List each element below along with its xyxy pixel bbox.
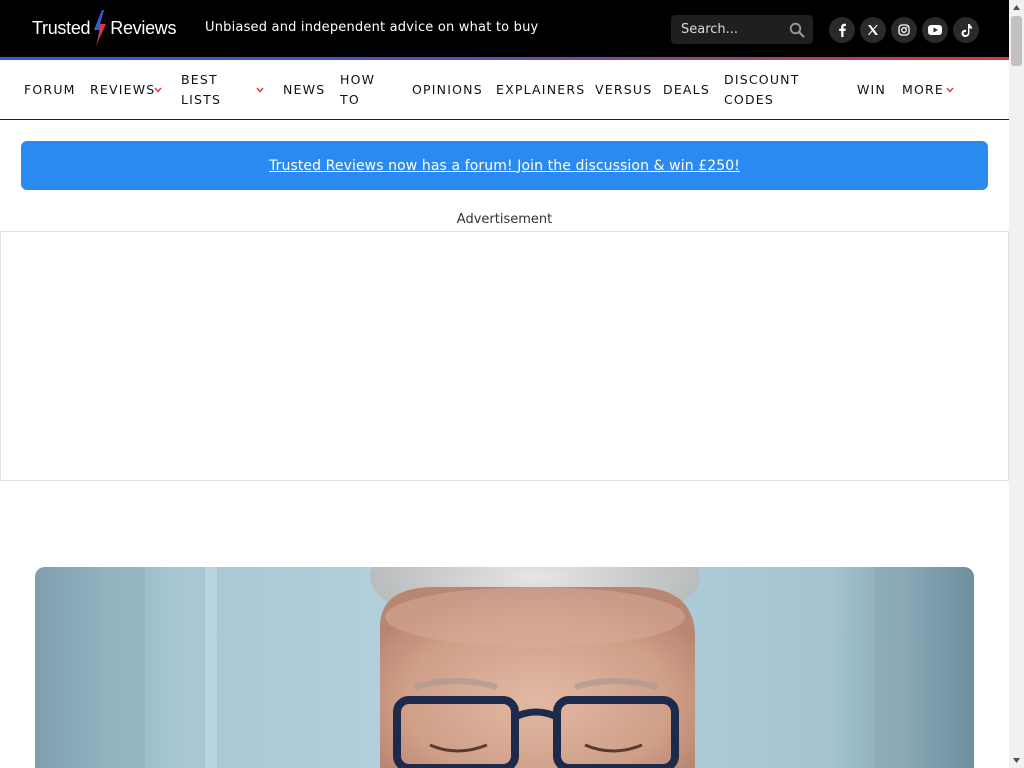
logo-text-trusted: Trusted — [32, 17, 91, 38]
facebook-icon[interactable] — [829, 17, 855, 43]
main-nav: FORUM REVIEWS BEST LISTS NEWS HOW TO OPI… — [0, 60, 1009, 120]
forum-promo-banner: Trusted Reviews now has a forum! Join th… — [21, 141, 988, 190]
scroll-up-arrow-icon[interactable] — [1009, 0, 1024, 15]
search-icon[interactable] — [789, 22, 805, 38]
search-input[interactable] — [671, 15, 783, 44]
site-tagline: Unbiased and independent advice on what … — [205, 20, 539, 35]
page-scrollbar[interactable] — [1009, 0, 1024, 768]
search-box — [671, 15, 813, 44]
chevron-down-icon[interactable] — [256, 87, 264, 93]
tiktok-icon[interactable] — [953, 17, 979, 43]
nav-item-how-to-line1[interactable]: HOW — [340, 70, 375, 90]
advertisement-label: Advertisement — [456, 212, 553, 227]
nav-item-more[interactable]: MORE — [902, 80, 944, 100]
top-header: Trusted Reviews Unbiased and independent… — [0, 0, 1009, 57]
nav-item-explainers[interactable]: EXPLAINERS — [496, 80, 585, 100]
advertisement-slot — [0, 231, 1009, 481]
lightning-bolt-icon — [94, 10, 107, 46]
nav-item-win[interactable]: WIN — [857, 80, 886, 100]
article-hero-image — [35, 567, 974, 768]
chevron-down-icon[interactable] — [946, 87, 954, 93]
nav-item-deals[interactable]: DEALS — [663, 80, 710, 100]
forum-promo-link[interactable]: Trusted Reviews now has a forum! Join th… — [269, 158, 740, 174]
nav-item-opinions[interactable]: OPINIONS — [412, 80, 483, 100]
nav-item-versus[interactable]: VERSUS — [595, 80, 652, 100]
nav-item-news[interactable]: NEWS — [283, 80, 325, 100]
scrollbar-thumb[interactable] — [1011, 16, 1022, 66]
nav-item-discount-codes-line2[interactable]: CODES — [724, 90, 774, 110]
nav-item-discount-codes-line1[interactable]: DISCOUNT — [724, 70, 800, 90]
page: Trusted Reviews Unbiased and independent… — [0, 0, 1024, 768]
hero-photo — [35, 567, 974, 768]
youtube-icon[interactable] — [922, 17, 948, 43]
instagram-icon[interactable] — [891, 17, 917, 43]
logo-text-reviews: Reviews — [110, 17, 177, 38]
site-logo[interactable]: Trusted Reviews — [32, 10, 176, 46]
x-icon[interactable] — [860, 17, 886, 43]
nav-item-best-lists-line2[interactable]: LISTS — [181, 90, 221, 110]
scroll-down-arrow-icon[interactable] — [1009, 753, 1024, 768]
chevron-down-icon[interactable] — [154, 87, 162, 93]
nav-item-forum[interactable]: FORUM — [24, 80, 76, 100]
nav-item-reviews[interactable]: REVIEWS — [90, 80, 155, 100]
nav-item-best-lists-line1[interactable]: BEST — [181, 70, 218, 90]
nav-item-how-to-line2[interactable]: TO — [340, 90, 360, 110]
